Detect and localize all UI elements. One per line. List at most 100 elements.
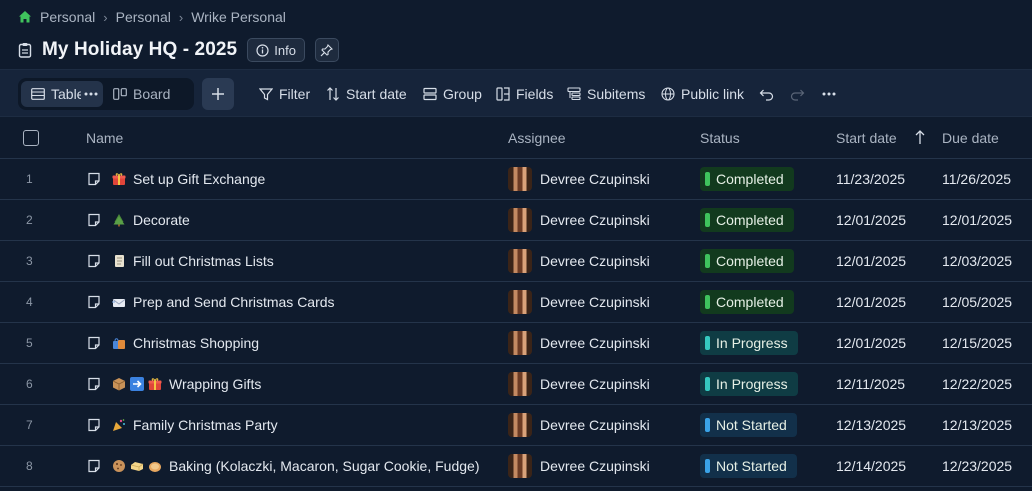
task-icon[interactable] — [87, 377, 101, 391]
table-row[interactable]: 4 Prep and Send Christmas Cards Devree C… — [0, 282, 1032, 323]
table-row[interactable]: 6 Wrapping Gifts Devree Czupinski In Pro… — [0, 364, 1032, 405]
more-horizontal-icon — [821, 87, 837, 101]
assignee-name[interactable]: Devree Czupinski — [540, 417, 650, 433]
task-name-cell[interactable]: Baking (Kolaczki, Macaron, Sugar Cookie,… — [112, 458, 479, 474]
table-header: Name Assignee Status Start date Due date — [0, 118, 1032, 159]
task-icon[interactable] — [87, 172, 101, 186]
task-name-cell[interactable]: Set up Gift Exchange — [112, 171, 265, 187]
start-date[interactable]: 11/23/2025 — [836, 171, 905, 187]
status-badge[interactable]: In Progress — [700, 372, 798, 396]
sort-ascending-icon[interactable] — [914, 129, 926, 145]
task-icon[interactable] — [87, 459, 101, 473]
start-date[interactable]: 12/13/2025 — [836, 417, 906, 433]
pin-button[interactable] — [314, 38, 339, 62]
status-label: Not Started — [716, 458, 787, 474]
group-button[interactable]: Group — [423, 84, 482, 104]
due-date[interactable]: 12/03/2025 — [942, 253, 1012, 269]
task-name-cell[interactable]: Christmas Shopping — [112, 335, 259, 351]
column-header-name[interactable]: Name — [86, 130, 123, 146]
due-date[interactable]: 12/01/2025 — [942, 212, 1012, 228]
redo-button[interactable] — [790, 84, 805, 104]
task-name: Prep and Send Christmas Cards — [133, 294, 335, 310]
butter-icon — [130, 459, 144, 473]
start-date[interactable]: 12/01/2025 — [836, 294, 906, 310]
due-date[interactable]: 12/23/2025 — [942, 458, 1012, 474]
assignee-name[interactable]: Devree Czupinski — [540, 253, 650, 269]
task-name-cell[interactable]: Decorate — [112, 212, 190, 228]
status-badge[interactable]: Completed — [700, 249, 794, 273]
assignee-name[interactable]: Devree Czupinski — [540, 376, 650, 392]
globe-icon — [661, 87, 675, 101]
table-row[interactable]: 8 Baking (Kolaczki, Macaron, Sugar Cooki… — [0, 446, 1032, 487]
table-icon — [31, 88, 45, 100]
clipboard-icon — [18, 42, 32, 58]
undo-button[interactable] — [759, 84, 774, 104]
breadcrumb-item-wrike-personal[interactable]: Wrike Personal — [191, 9, 286, 25]
select-all-checkbox[interactable] — [23, 130, 39, 146]
task-icon[interactable] — [87, 254, 101, 268]
task-name-cell[interactable]: Fill out Christmas Lists — [112, 253, 274, 269]
subitems-button[interactable]: Subitems — [567, 84, 645, 104]
public-link-button[interactable]: Public link — [661, 84, 744, 104]
assignee-name[interactable]: Devree Czupinski — [540, 212, 650, 228]
assignee-name[interactable]: Devree Czupinski — [540, 294, 650, 310]
table-row[interactable]: 2 Decorate Devree Czupinski Completed 12… — [0, 200, 1032, 241]
status-indicator — [705, 459, 710, 473]
table-row[interactable]: 5 Christmas Shopping Devree Czupinski In… — [0, 323, 1032, 364]
add-view-button[interactable] — [202, 78, 234, 110]
sort-button[interactable]: Start date — [326, 84, 407, 104]
plus-icon — [211, 87, 225, 101]
breadcrumb: Personal › Personal › Wrike Personal — [18, 8, 286, 26]
breadcrumb-item-personal[interactable]: Personal — [40, 9, 95, 25]
status-badge[interactable]: Not Started — [700, 454, 797, 478]
task-name-cell[interactable]: Prep and Send Christmas Cards — [112, 294, 335, 310]
column-header-status[interactable]: Status — [700, 130, 740, 146]
info-label: Info — [274, 42, 296, 58]
column-header-start-date[interactable]: Start date — [836, 130, 897, 146]
column-header-assignee[interactable]: Assignee — [508, 130, 566, 146]
task-icon[interactable] — [87, 418, 101, 432]
tab-board[interactable]: Board — [103, 81, 180, 107]
table-row[interactable]: 7 Family Christmas Party Devree Czupinsk… — [0, 405, 1032, 446]
status-badge[interactable]: Completed — [700, 208, 794, 232]
due-date[interactable]: 12/13/2025 — [942, 417, 1012, 433]
status-badge[interactable]: Not Started — [700, 413, 797, 437]
task-icon[interactable] — [87, 295, 101, 309]
assignee-name[interactable]: Devree Czupinski — [540, 458, 650, 474]
more-options-button[interactable] — [821, 84, 837, 104]
task-name: Christmas Shopping — [133, 335, 260, 351]
start-date[interactable]: 12/11/2025 — [836, 376, 905, 392]
avatar — [508, 208, 532, 232]
status-badge[interactable]: Completed — [700, 290, 794, 314]
tab-table-label: Table — [51, 86, 85, 102]
task-icon[interactable] — [87, 213, 101, 227]
table-row[interactable]: 3 Fill out Christmas Lists Devree Czupin… — [0, 241, 1032, 282]
tab-board-label: Board — [133, 86, 171, 102]
task-icon[interactable] — [87, 336, 101, 350]
start-date[interactable]: 12/14/2025 — [836, 458, 906, 474]
due-date[interactable]: 12/15/2025 — [942, 335, 1012, 351]
assignee-name[interactable]: Devree Czupinski — [540, 335, 650, 351]
due-date[interactable]: 12/22/2025 — [942, 376, 1012, 392]
start-date[interactable]: 12/01/2025 — [836, 253, 906, 269]
home-icon[interactable] — [18, 10, 32, 24]
status-badge[interactable]: Completed — [700, 167, 794, 191]
info-button[interactable]: Info — [247, 38, 305, 62]
breadcrumb-item-personal-2[interactable]: Personal — [116, 9, 171, 25]
assignee-name[interactable]: Devree Czupinski — [540, 171, 650, 187]
column-header-due-date[interactable]: Due date — [942, 130, 999, 146]
status-badge[interactable]: In Progress — [700, 331, 798, 355]
more-icon[interactable] — [81, 84, 99, 104]
table-row[interactable]: 1 Set up Gift Exchange Devree Czupinski … — [0, 159, 1032, 200]
fields-button[interactable]: Fields — [496, 84, 553, 104]
bread-icon — [148, 459, 162, 473]
filter-button[interactable]: Filter — [259, 84, 310, 104]
task-name-cell[interactable]: Family Christmas Party — [112, 417, 278, 433]
due-date[interactable]: 12/05/2025 — [942, 294, 1012, 310]
tab-table[interactable]: Table — [21, 81, 103, 107]
start-date[interactable]: 12/01/2025 — [836, 335, 906, 351]
due-date[interactable]: 11/26/2025 — [942, 171, 1011, 187]
task-name-cell[interactable]: Wrapping Gifts — [112, 376, 261, 392]
start-date[interactable]: 12/01/2025 — [836, 212, 906, 228]
arrow-right-icon — [130, 377, 144, 391]
